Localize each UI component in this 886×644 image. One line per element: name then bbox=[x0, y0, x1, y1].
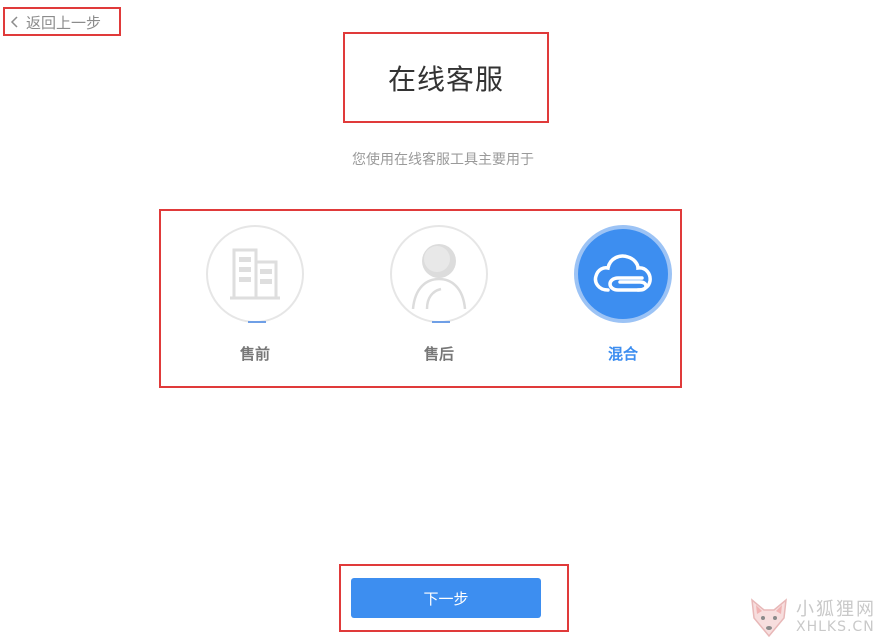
page-subtitle: 您使用在线客服工具主要用于 bbox=[352, 152, 534, 168]
cloud-icon bbox=[593, 254, 652, 292]
option-mixed[interactable]: 混合 bbox=[567, 225, 679, 364]
option-presales[interactable]: 售前 bbox=[199, 225, 311, 364]
fox-logo-icon bbox=[751, 598, 787, 638]
next-button[interactable]: 下一步 bbox=[351, 578, 541, 618]
option-mixed-label: 混合 bbox=[607, 345, 638, 363]
back-link-label: 返回上一步 bbox=[26, 13, 102, 32]
watermark-cn: 小狐狸网 bbox=[796, 599, 876, 621]
indicator-bar bbox=[248, 321, 266, 323]
building-icon bbox=[230, 248, 280, 300]
option-aftersales[interactable]: 售后 bbox=[383, 225, 495, 364]
option-presales-circle bbox=[206, 225, 304, 323]
title-highlight: 在线客服 bbox=[343, 32, 549, 123]
option-mixed-circle bbox=[574, 225, 672, 323]
user-icon bbox=[411, 244, 467, 309]
page-title: 在线客服 bbox=[387, 62, 504, 96]
option-aftersales-label: 售后 bbox=[423, 345, 454, 363]
option-aftersales-circle bbox=[390, 225, 488, 323]
indicator-bar bbox=[432, 321, 450, 323]
option-presales-label: 售前 bbox=[239, 345, 270, 363]
options-highlight: 售前 售后 混合 bbox=[159, 209, 682, 388]
watermark-en: XHLKS.CN bbox=[796, 619, 875, 636]
chevron-left-icon bbox=[10, 16, 18, 28]
watermark: 小狐狸网 XHLKS.CN bbox=[748, 593, 886, 643]
back-link[interactable]: 返回上一步 bbox=[4, 8, 121, 36]
